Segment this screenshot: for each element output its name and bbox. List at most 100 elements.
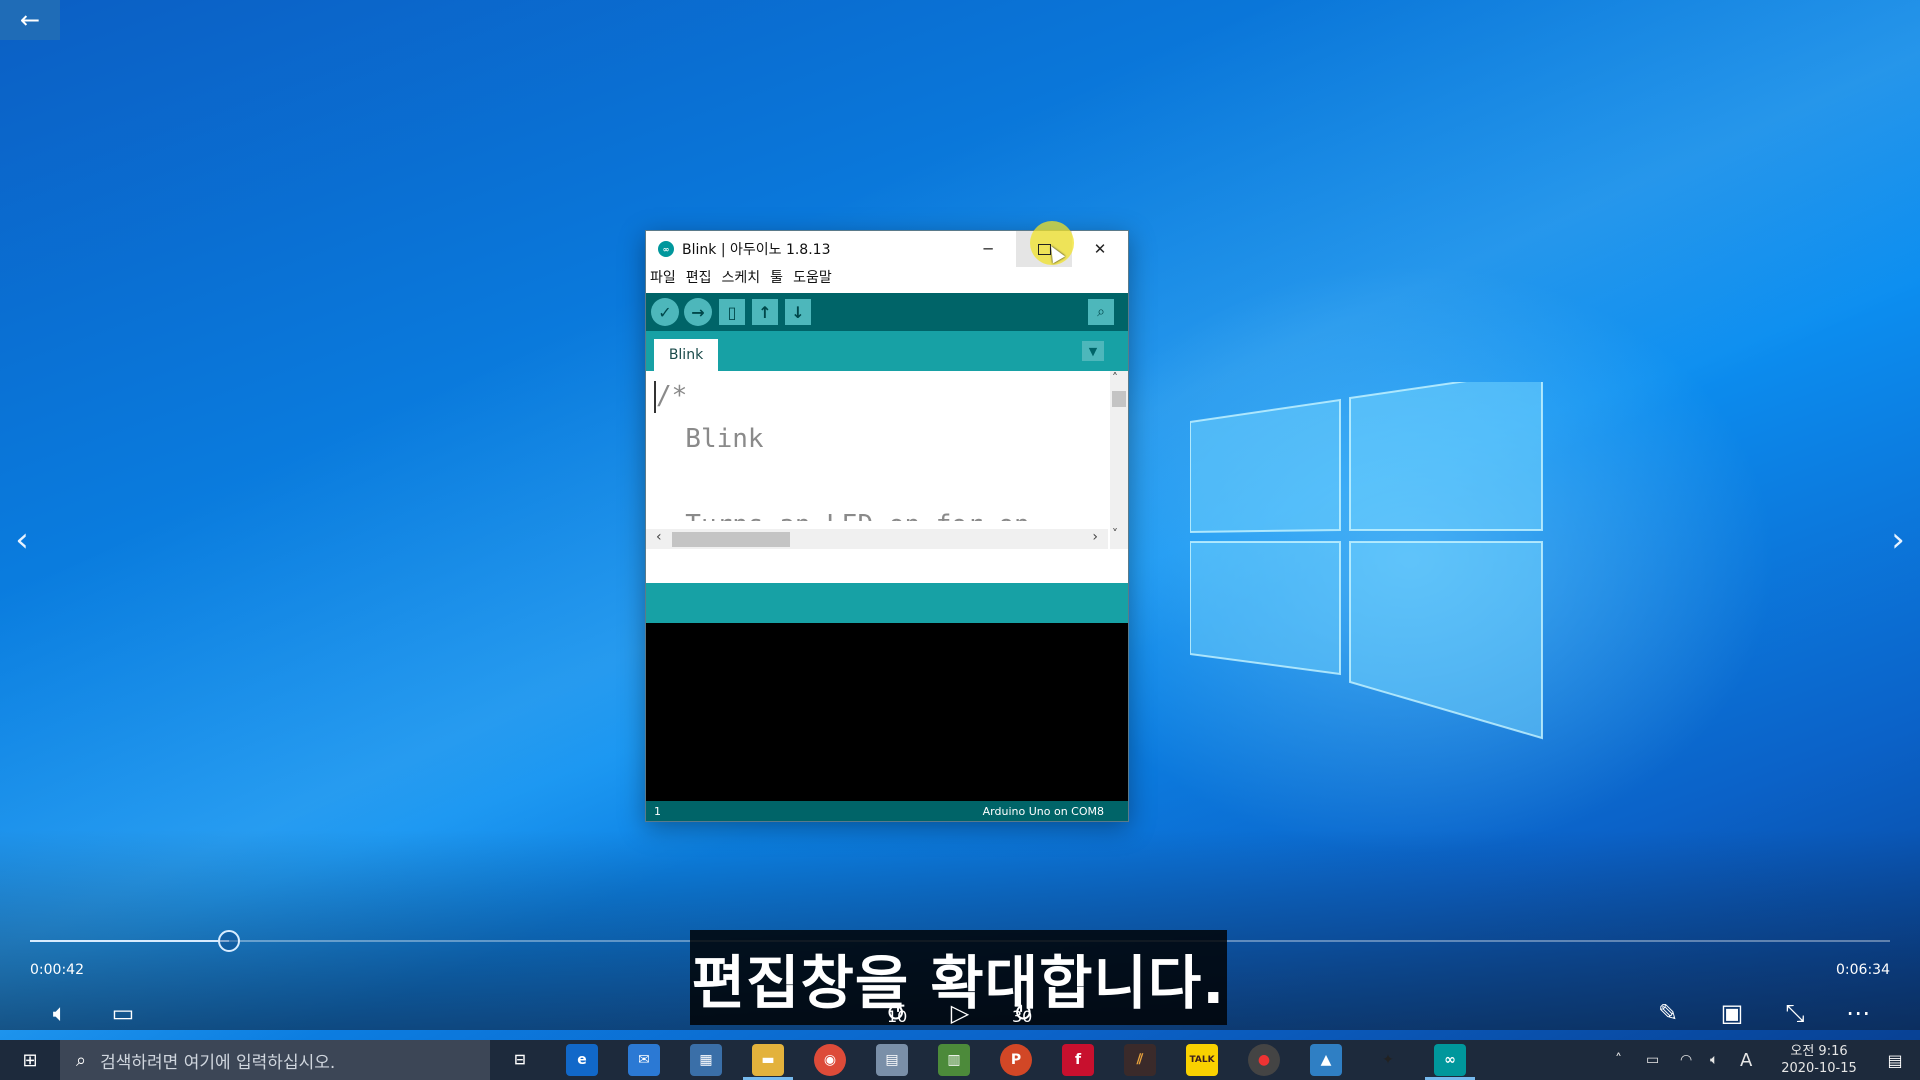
code-editor[interactable]: /* Blink Turns an LED on for on ˄ ˅ ‹ › [646, 371, 1128, 549]
edge-icon: e [577, 1052, 587, 1068]
photos-app[interactable]: ▲ [1310, 1044, 1342, 1076]
taskbar-clock[interactable]: 오전 9:16 2020-10-15 [1774, 1043, 1864, 1077]
tray-volume[interactable]: 🔈︎ [1710, 1040, 1718, 1080]
pin-app[interactable]: ✦ [1372, 1044, 1404, 1076]
triangle-down-icon: ▼ [1088, 344, 1098, 358]
file-explorer-app[interactable]: ▬ [743, 1044, 793, 1080]
menu-bar: 파일 편집 스케치 툴 도움말 [646, 267, 1128, 289]
seek-handle[interactable] [218, 930, 241, 952]
arduino-icon: ∞ [1444, 1052, 1456, 1068]
kakaotalk-app[interactable]: TALK [1186, 1044, 1218, 1076]
ide-toolbar: ✓ → ▯ ↑ ↓ ⌕ [646, 293, 1128, 331]
back-button[interactable]: ← [0, 0, 60, 40]
recorder-app[interactable]: ● [1248, 1044, 1280, 1076]
next-button[interactable]: › [1878, 520, 1918, 560]
tray-battery[interactable]: ▭ [1646, 1040, 1659, 1080]
powerpoint-icon: P [1010, 1052, 1022, 1068]
vertical-scroll-thumb[interactable] [1112, 391, 1126, 407]
previous-button[interactable]: ‹ [2, 520, 42, 560]
collapse-icon: ⤡ [1785, 999, 1805, 1027]
horizontal-scroll-thumb[interactable] [672, 532, 790, 547]
code-line: /* [656, 381, 688, 411]
save-sketch-button[interactable]: ↓ [785, 299, 811, 325]
arduino-taskbar-app[interactable]: ∞ [1425, 1044, 1475, 1080]
window-title: Blink | 아두이노 1.8.13 [682, 242, 831, 258]
captions-button[interactable]: ▭ [103, 996, 143, 1030]
chart-app[interactable]: ▥ [938, 1044, 970, 1076]
search-placeholder: 검색하려면 여기에 입력하십시오. [100, 1052, 336, 1073]
bars-app[interactable]: ⫽ [1124, 1044, 1156, 1076]
folder-icon: ▬ [761, 1052, 775, 1068]
chevron-up-icon: ˄ [1615, 1052, 1622, 1068]
store-app[interactable]: ▦ [690, 1044, 722, 1076]
notes-icon: ▤ [885, 1052, 899, 1068]
task-view-button[interactable]: ⊟ [504, 1044, 536, 1076]
windows-logo-wallpaper [1190, 382, 1543, 740]
notification-icon: ▤ [1887, 1050, 1903, 1070]
scroll-right-icon[interactable]: › [1092, 529, 1098, 545]
menu-file[interactable]: 파일 [646, 267, 682, 289]
new-sketch-button[interactable]: ▯ [719, 299, 745, 325]
chevron-left-icon: ‹ [15, 520, 29, 560]
ide-footer: 1 Arduino Uno on COM8 [646, 801, 1128, 821]
verify-button[interactable]: ✓ [651, 298, 679, 326]
edge-app[interactable]: e [566, 1044, 598, 1076]
volume-button[interactable]: 🔈︎ [40, 996, 80, 1030]
captions-icon: ▭ [111, 999, 135, 1027]
menu-tools[interactable]: 툴 [766, 267, 789, 289]
talk-icon: TALK [1189, 1055, 1215, 1065]
exit-fullscreen-button[interactable]: ⤡ [1775, 996, 1815, 1030]
speaker-icon: 🔈︎ [52, 999, 68, 1027]
mini-view-icon: ▣ [1720, 999, 1744, 1027]
scroll-left-icon[interactable]: ‹ [656, 529, 662, 545]
start-button[interactable]: ⊞ [0, 1040, 60, 1080]
serial-monitor-icon: ⌕ [1097, 304, 1105, 320]
ime-indicator: A [1740, 1049, 1753, 1071]
window-titlebar[interactable]: ∞ Blink | 아두이노 1.8.13 ─ ✕ [646, 221, 1128, 267]
code-line: Blink [654, 424, 764, 454]
tray-input-method[interactable]: A [1740, 1040, 1752, 1080]
skip-forward-label: 30 [1012, 1007, 1033, 1026]
serial-monitor-button[interactable]: ⌕ [1088, 299, 1114, 325]
upload-button[interactable]: → [684, 298, 712, 326]
board-port-label: Arduino Uno on COM8 [982, 805, 1104, 818]
menu-edit[interactable]: 편집 [682, 267, 718, 289]
mini-view-button[interactable]: ▣ [1712, 996, 1752, 1030]
tab-menu-button[interactable]: ▼ [1082, 341, 1104, 361]
mail-app[interactable]: ✉ [628, 1044, 660, 1076]
arrow-down-icon: ↓ [791, 302, 805, 322]
action-center-button[interactable]: ▤ [1880, 1046, 1910, 1074]
network-icon: ◠ [1680, 1052, 1693, 1068]
menu-sketch[interactable]: 스케치 [718, 267, 767, 289]
tab-blink[interactable]: Blink [654, 339, 718, 371]
scroll-up-icon[interactable]: ˄ [1112, 371, 1118, 385]
horizontal-scrollbar[interactable]: ‹ › [646, 529, 1108, 549]
maximize-button[interactable] [1016, 221, 1074, 267]
chrome-app[interactable]: ◉ [814, 1044, 846, 1076]
menu-help[interactable]: 도움말 [789, 267, 838, 289]
minimize-button[interactable]: ─ [960, 231, 1016, 267]
battery-icon: ▭ [1646, 1052, 1660, 1068]
minimize-icon: ─ [983, 240, 993, 258]
scroll-down-icon[interactable]: ˅ [1112, 527, 1118, 541]
code-text: /* Blink Turns an LED on for on [654, 375, 1114, 521]
more-options-button[interactable]: ⋯ [1838, 996, 1878, 1030]
powerpoint-app[interactable]: P [1000, 1044, 1032, 1076]
new-file-icon: ▯ [727, 302, 737, 322]
vertical-scrollbar[interactable]: ˄ ˅ [1110, 371, 1128, 549]
chevron-right-icon: › [1891, 520, 1905, 560]
flash-app[interactable]: f [1062, 1044, 1094, 1076]
tray-chevron[interactable]: ˄ [1615, 1040, 1622, 1080]
close-icon: ✕ [1093, 240, 1107, 258]
output-console [646, 623, 1128, 801]
edit-button[interactable]: ✎ [1648, 996, 1688, 1030]
close-button[interactable]: ✕ [1072, 231, 1128, 267]
notes-app[interactable]: ▤ [876, 1044, 908, 1076]
tray-network[interactable]: ◠ [1680, 1040, 1692, 1080]
back-arrow-icon: ← [19, 6, 41, 34]
open-sketch-button[interactable]: ↑ [752, 299, 778, 325]
play-button[interactable]: ▷ [940, 996, 980, 1030]
taskbar-search[interactable]: ⌕ 검색하려면 여기에 입력하십시오. [60, 1040, 490, 1080]
play-icon: ▷ [950, 999, 970, 1027]
pin-icon: ✦ [1382, 1052, 1394, 1068]
